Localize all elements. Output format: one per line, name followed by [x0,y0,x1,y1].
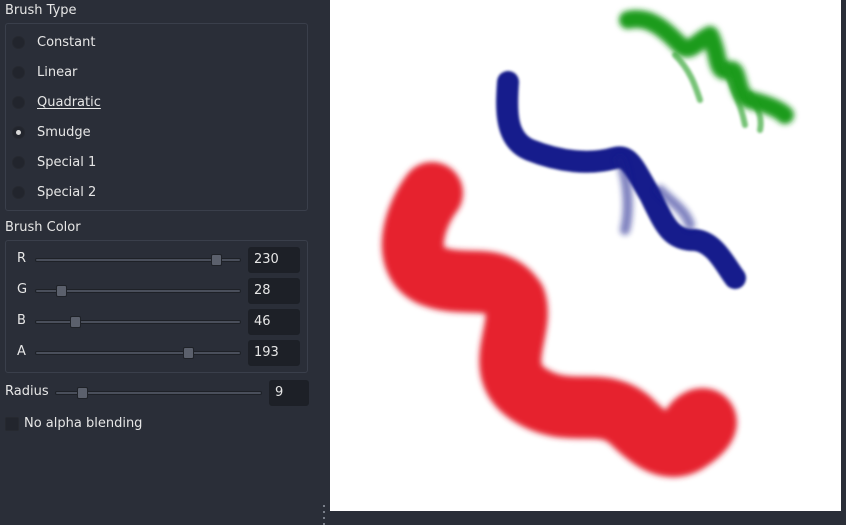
radio-indicator[interactable] [12,125,25,139]
radius-value-input[interactable]: 9 [269,380,309,406]
slider-track[interactable] [35,320,241,324]
slider-handle[interactable] [70,316,82,328]
radio-quadratic[interactable]: Quadratic [12,91,101,113]
radio-indicator[interactable] [12,185,25,199]
paint-canvas[interactable] [330,0,841,511]
radio-special-1[interactable]: Special 1 [12,151,96,173]
slider-label: A [17,344,26,359]
slider-track[interactable] [35,351,241,355]
radius-slider-handle[interactable] [76,387,88,399]
slider-row-radius: Radius 9 [5,379,315,407]
radius-label: Radius [5,384,49,399]
slider-row-g: G 28 [5,277,308,305]
slider-handle[interactable] [56,285,68,297]
settings-panel: Brush Type Constant Linear Quadratic Smu… [0,0,318,525]
radio-indicator[interactable] [12,95,25,109]
a-value-input[interactable]: 193 [248,340,300,366]
radio-label: Quadratic [37,94,101,110]
radio-indicator[interactable] [12,65,25,79]
radio-smudge[interactable]: Smudge [12,121,91,143]
radio-constant[interactable]: Constant [12,31,95,53]
radio-special-2[interactable]: Special 2 [12,181,96,203]
slider-handle[interactable] [182,347,194,359]
radio-label: Smudge [37,124,91,140]
slider-row-r: R 230 [5,246,308,274]
b-value-input[interactable]: 46 [248,309,300,335]
slider-label: R [17,251,27,266]
splitter-handle[interactable] [322,505,325,525]
slider-handle[interactable] [210,254,222,266]
radio-indicator[interactable] [12,155,25,169]
radio-label: Linear [37,64,78,80]
radio-linear[interactable]: Linear [12,61,77,83]
slider-label: B [17,313,26,328]
green-brush-stroke [619,10,794,124]
brush-color-title: Brush Color [5,220,81,235]
radio-indicator[interactable] [12,35,25,49]
radio-label: Special 2 [37,184,97,200]
slider-row-a: A 193 [5,339,308,367]
slider-row-b: B 46 [5,308,308,336]
no-alpha-blending-label: No alpha blending [24,416,143,431]
radio-label: Special 1 [37,154,97,170]
r-value-input[interactable]: 230 [248,247,300,273]
radio-label: Constant [37,34,96,50]
slider-label: G [17,282,28,297]
no-alpha-blending-checkbox[interactable] [5,417,19,431]
brush-type-title: Brush Type [5,3,77,18]
g-value-input[interactable]: 28 [248,278,300,304]
paint-surface[interactable] [330,0,841,511]
